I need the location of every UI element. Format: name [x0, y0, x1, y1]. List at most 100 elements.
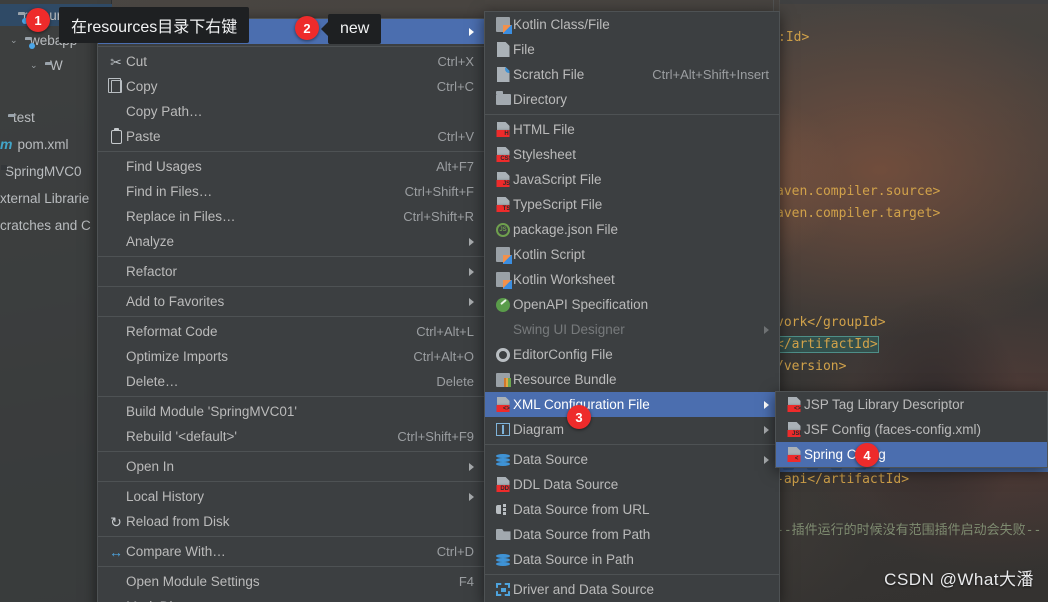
menu-item-label: Paste: [126, 129, 161, 144]
tree-item-cratches-and-c[interactable]: cratches and C: [0, 214, 91, 236]
menu-item-openapi-specification[interactable]: OpenAPI Specification: [485, 292, 779, 317]
menu-item-file[interactable]: File: [485, 37, 779, 62]
menu-item-kotlin-script[interactable]: Kotlin Script: [485, 242, 779, 267]
tree-item-item[interactable]: [52, 78, 57, 100]
menu-item-build-module-springmvc01[interactable]: Build Module 'SpringMVC01': [98, 399, 484, 424]
menu-item-jsp-tag-library-descriptor[interactable]: <> JSP Tag Library Descriptor: [776, 392, 1047, 417]
menu-item-label: Copy: [126, 79, 158, 94]
menu-separator: [485, 444, 779, 445]
menu-item-analyze[interactable]: Analyze: [98, 229, 484, 254]
callout-tooltip-2: new: [328, 14, 382, 44]
menu-item-spring-config[interactable]: < Spring Config: [776, 442, 1047, 467]
menu-item-xml-configuration-file[interactable]: <> XML Configuration File: [485, 392, 779, 417]
menu-item-package-json-file[interactable]: package.json File: [485, 217, 779, 242]
xml-config-icon: <>: [784, 397, 804, 412]
menu-item-reload-from-disk[interactable]: ↻ Reload from Disk: [98, 509, 484, 534]
menu-item-html-file[interactable]: H HTML File: [485, 117, 779, 142]
menu-separator: [98, 396, 484, 397]
menu-item-shortcut: Alt+F7: [436, 159, 474, 174]
menu-item-label: OpenAPI Specification: [513, 297, 649, 312]
menu-item-label: Spring Config: [804, 447, 886, 462]
menu-item-stylesheet[interactable]: CSS Stylesheet: [485, 142, 779, 167]
new-submenu[interactable]: Kotlin Class/File File Scratch File Ctrl+Al…: [484, 11, 780, 602]
menu-item-compare-with[interactable]: ↔ Compare With… Ctrl+D: [98, 539, 484, 564]
menu-item-label: Open In: [126, 459, 175, 474]
menu-separator: [485, 574, 779, 575]
menu-item-rebuild-default[interactable]: Rebuild '<default>' Ctrl+Shift+F9: [98, 424, 484, 449]
menu-item-scratch-file[interactable]: Scratch File Ctrl+Alt+Shift+Insert: [485, 62, 779, 87]
menu-item-copy-path[interactable]: Copy Path…: [98, 99, 484, 124]
xml-config-icon: <>: [493, 397, 513, 412]
menu-item-data-source-from-path[interactable]: Data Source from Path: [485, 522, 779, 547]
menu-separator: [98, 316, 484, 317]
menu-item-diagram[interactable]: Diagram: [485, 417, 779, 442]
menu-separator: [98, 46, 484, 47]
menu-item-local-history[interactable]: Local History: [98, 484, 484, 509]
menu-item-copy[interactable]: Copy Ctrl+C: [98, 74, 484, 99]
menu-item-data-source[interactable]: Data Source: [485, 447, 779, 472]
xml-config-submenu[interactable]: <> JSP Tag Library Descriptor JSF JSF Confi…: [775, 391, 1048, 468]
menu-separator: [98, 566, 484, 567]
menu-item-label: DDL Data Source: [513, 477, 619, 492]
menu-item-label: Swing UI Designer: [513, 322, 625, 337]
chevron-right-icon: [469, 27, 474, 36]
menu-item-ddl-data-source[interactable]: DDL DDL Data Source: [485, 472, 779, 497]
menu-item-kotlin-worksheet[interactable]: Kotlin Worksheet: [485, 267, 779, 292]
tree-item-w[interactable]: ⌄ W: [30, 54, 63, 76]
menu-item-shortcut: Ctrl+Alt+L: [416, 324, 474, 339]
diagram-icon: [493, 423, 513, 436]
menu-item-delete[interactable]: Delete… Delete: [98, 369, 484, 394]
menu-item-data-source-from-url[interactable]: Data Source from URL: [485, 497, 779, 522]
menu-item-label: Build Module 'SpringMVC01': [126, 404, 297, 419]
menu-item-refactor[interactable]: Refactor: [98, 259, 484, 284]
menu-item-reformat-code[interactable]: Reformat Code Ctrl+Alt+L: [98, 319, 484, 344]
menu-item-mark-directory-as[interactable]: Mark Directory as: [98, 594, 484, 602]
menu-item-open-in[interactable]: Open In: [98, 454, 484, 479]
menu-item-swing-ui-designer: Swing UI Designer: [485, 317, 779, 342]
menu-separator: [98, 286, 484, 287]
menu-item-resource-bundle[interactable]: Resource Bundle: [485, 367, 779, 392]
menu-item-find-in-files[interactable]: Find in Files… Ctrl+Shift+F: [98, 179, 484, 204]
menu-item-shortcut: F4: [458, 574, 474, 589]
menu-item-javascript-file[interactable]: JS JavaScript File: [485, 167, 779, 192]
menu-item-jsf-config-faces-config-xml[interactable]: JSF JSF Config (faces-config.xml): [776, 417, 1047, 442]
menu-item-editorconfig-file[interactable]: EditorConfig File: [485, 342, 779, 367]
chevron-down-icon[interactable]: ⌄: [30, 60, 40, 71]
menu-item-optimize-imports[interactable]: Optimize Imports Ctrl+Alt+O: [98, 344, 484, 369]
project-tree-panel[interactable]: resources ⌄ webapp ⌄ Wtest m pom.xml SpringMVC0…: [0, 0, 112, 602]
menu-item-label: Rebuild '<default>': [126, 429, 237, 444]
menu-item-shortcut: Ctrl+Alt+O: [413, 349, 474, 364]
paste-icon: [106, 127, 126, 144]
menu-item-label: Reformat Code: [126, 324, 218, 339]
maven-icon: m: [0, 136, 13, 152]
menu-item-kotlin-class-file[interactable]: Kotlin Class/File: [485, 12, 779, 37]
menu-item-shortcut: Ctrl+Alt+Shift+Insert: [652, 67, 769, 82]
menu-item-cut[interactable]: ✂ Cut Ctrl+X: [98, 49, 484, 74]
menu-item-shortcut: Ctrl+Shift+F: [404, 184, 474, 199]
menu-item-paste[interactable]: Paste Ctrl+V: [98, 124, 484, 149]
kotlin-worksheet-icon: [493, 272, 513, 289]
menu-item-label: Copy Path…: [126, 104, 203, 119]
code-line: </artifactId>: [775, 336, 879, 353]
menu-item-label: Analyze: [126, 234, 175, 249]
menu-item-directory[interactable]: Directory: [485, 87, 779, 112]
menu-item-driver-and-data-source[interactable]: Driver and Data Source: [485, 577, 779, 602]
menu-item-label: JavaScript File: [513, 172, 602, 187]
database-icon: [493, 453, 513, 467]
context-menu[interactable]: New✂CutCtrl+XCopyCtrl+CCopy Path…PasteCt…: [97, 18, 485, 602]
tree-item-springmvc0[interactable]: SpringMVC0: [0, 160, 82, 182]
js-file-icon: JS: [493, 172, 513, 187]
callout-badge-1: 1: [26, 8, 50, 32]
menu-item-open-module-settings[interactable]: Open Module Settings F4: [98, 569, 484, 594]
menu-item-data-source-in-path[interactable]: Data Source in Path: [485, 547, 779, 572]
menu-item-add-to-favorites[interactable]: Add to Favorites: [98, 289, 484, 314]
menu-item-shortcut: Delete: [436, 374, 474, 389]
menu-item-find-usages[interactable]: Find Usages Alt+F7: [98, 154, 484, 179]
chevron-down-icon[interactable]: ⌄: [10, 35, 20, 46]
tree-item-pom-xml[interactable]: m pom.xml: [0, 133, 68, 155]
tree-item-test[interactable]: test: [8, 106, 35, 128]
menu-item-replace-in-files[interactable]: Replace in Files… Ctrl+Shift+R: [98, 204, 484, 229]
menu-item-typescript-file[interactable]: TS TypeScript File: [485, 192, 779, 217]
tree-item-xternal-librarie[interactable]: xternal Librarie: [0, 187, 89, 209]
menu-item-label: File: [513, 42, 535, 57]
